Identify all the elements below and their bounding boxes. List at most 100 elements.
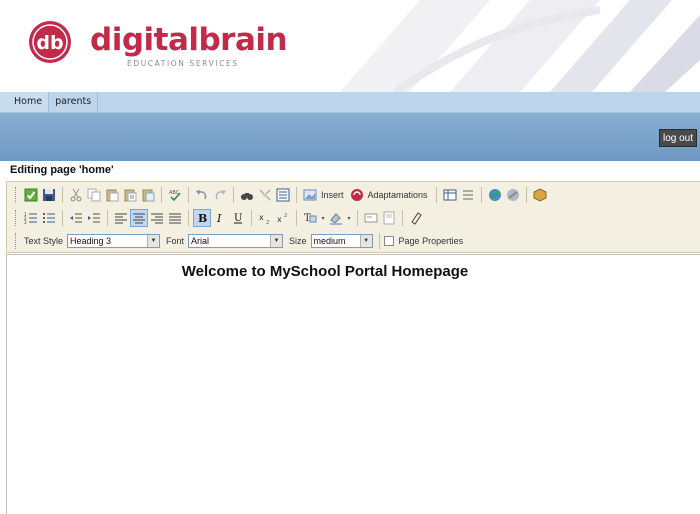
svg-text:I: I [216,212,222,225]
adaptamations-label[interactable]: Adaptamations [368,190,428,200]
paste-text-icon[interactable] [121,186,139,204]
page-properties-label[interactable]: Page Properties [399,236,464,246]
unlink-icon[interactable] [504,186,522,204]
align-justify-icon[interactable] [166,209,184,227]
cut-icon[interactable] [67,186,85,204]
editor-toolbar: ABC Insert Adaptamations 123 B I U x 2 x… [6,181,700,253]
align-center-icon[interactable] [130,209,148,227]
object-icon[interactable] [531,186,549,204]
font-value: Arial [191,236,210,246]
highlight-color-icon[interactable] [327,209,345,227]
text-style-select[interactable]: Heading 3 ▼ [67,234,161,248]
save-icon[interactable] [40,186,58,204]
size-value: medium [313,236,346,246]
svg-text:U: U [234,213,242,224]
template-icon[interactable] [380,209,398,227]
superscript-icon[interactable]: x2 [274,209,292,227]
italic-icon[interactable]: I [211,209,229,227]
align-right-icon[interactable] [148,209,166,227]
toolbar-separator [161,187,162,203]
brand-name: digitalbrain [90,22,288,58]
svg-text:2: 2 [266,220,269,225]
toolbar-separator [296,187,297,203]
copy-icon[interactable] [85,186,103,204]
toolbar-separator [62,187,63,203]
site-header: db digitalbrain EDUCATION SERVICES [0,0,700,92]
page-title: Editing page 'home' [10,164,114,176]
toolbar-separator [62,210,63,226]
image-icon[interactable] [301,186,319,204]
adaptamations-icon[interactable] [348,186,366,204]
size-select[interactable]: medium ▼ [310,234,373,248]
toolbar-separator [435,187,437,203]
text-color-icon[interactable]: T [301,209,319,227]
header-bar: log out [0,113,700,161]
eraser-icon[interactable] [407,209,425,227]
toolbar-separator [357,210,358,226]
underline-icon[interactable]: U [229,209,247,227]
check-icon[interactable] [22,186,40,204]
size-label: Size [289,236,307,246]
toolbar-grip[interactable] [15,233,18,249]
chevron-down-icon[interactable]: ▼ [359,235,372,247]
toolbar-separator [378,233,380,249]
chevron-down-icon[interactable]: ▾ [345,209,353,227]
toolbar-separator [525,187,527,203]
form-field-icon[interactable] [362,209,380,227]
find-icon[interactable] [238,186,256,204]
brand-tagline: EDUCATION SERVICES [127,59,239,68]
chevron-down-icon[interactable]: ▼ [147,235,160,247]
svg-text:db: db [36,32,63,54]
redo-icon[interactable] [211,186,229,204]
subscript-icon[interactable]: x2 [256,209,274,227]
align-left-icon[interactable] [112,209,130,227]
toolbar-grip[interactable] [15,187,18,203]
select-all-icon[interactable] [274,186,292,204]
page-properties-checkbox[interactable] [383,236,394,246]
svg-text:B: B [198,212,207,225]
bold-icon[interactable]: B [193,209,211,227]
paste-icon[interactable] [103,186,121,204]
insert-label[interactable]: Insert [321,190,344,200]
page: db digitalbrain EDUCATION SERVICES Home … [0,0,700,514]
content-heading[interactable]: Welcome to MySchool Portal Homepage [7,263,643,280]
nav-tabs: Home parents [0,92,99,113]
horizontal-rule-icon[interactable] [459,186,477,204]
bullet-list-icon[interactable] [40,209,58,227]
top-nav: Home parents [0,92,700,113]
header-swoosh-graphic [340,0,700,92]
db-logo-icon: db [29,21,71,63]
svg-text:x: x [259,213,264,222]
toolbar-separator [480,187,482,203]
table-icon[interactable] [441,186,459,204]
logout-button[interactable]: log out [658,129,697,147]
toolbar-separator [188,210,189,226]
chevron-down-icon[interactable]: ▾ [319,209,327,227]
toolbar-grip[interactable] [15,210,18,226]
paste-word-icon[interactable] [139,186,157,204]
numbered-list-icon[interactable]: 123 [22,209,40,227]
text-style-label: Text Style [24,236,64,246]
text-style-value: Heading 3 [70,236,112,246]
replace-icon[interactable] [256,186,274,204]
font-select[interactable]: Arial ▼ [188,234,284,248]
tab-home[interactable]: Home [0,92,50,112]
toolbar-separator [296,210,297,226]
toolbar-row-2: 123 B I U x2 x2 T ▾ ▾ [7,207,700,229]
svg-text:2: 2 [284,213,287,219]
editor-content-area[interactable]: Welcome to MySchool Portal Homepage [6,254,700,514]
toolbar-separator [107,210,108,226]
spellcheck-icon[interactable]: ABC [166,186,184,204]
toolbar-separator [251,210,252,226]
font-label: Font [166,236,185,246]
indent-icon[interactable] [85,209,103,227]
toolbar-separator [233,187,234,203]
svg-text:3: 3 [24,220,27,225]
undo-icon[interactable] [193,186,211,204]
svg-text:x: x [277,215,282,224]
tab-parents[interactable]: parents [49,92,99,112]
chevron-down-icon[interactable]: ▼ [270,235,283,247]
toolbar-row-3: Text Style Heading 3 ▼ Font Arial ▼ Size… [7,230,700,252]
outdent-icon[interactable] [67,209,85,227]
link-icon[interactable] [486,186,504,204]
